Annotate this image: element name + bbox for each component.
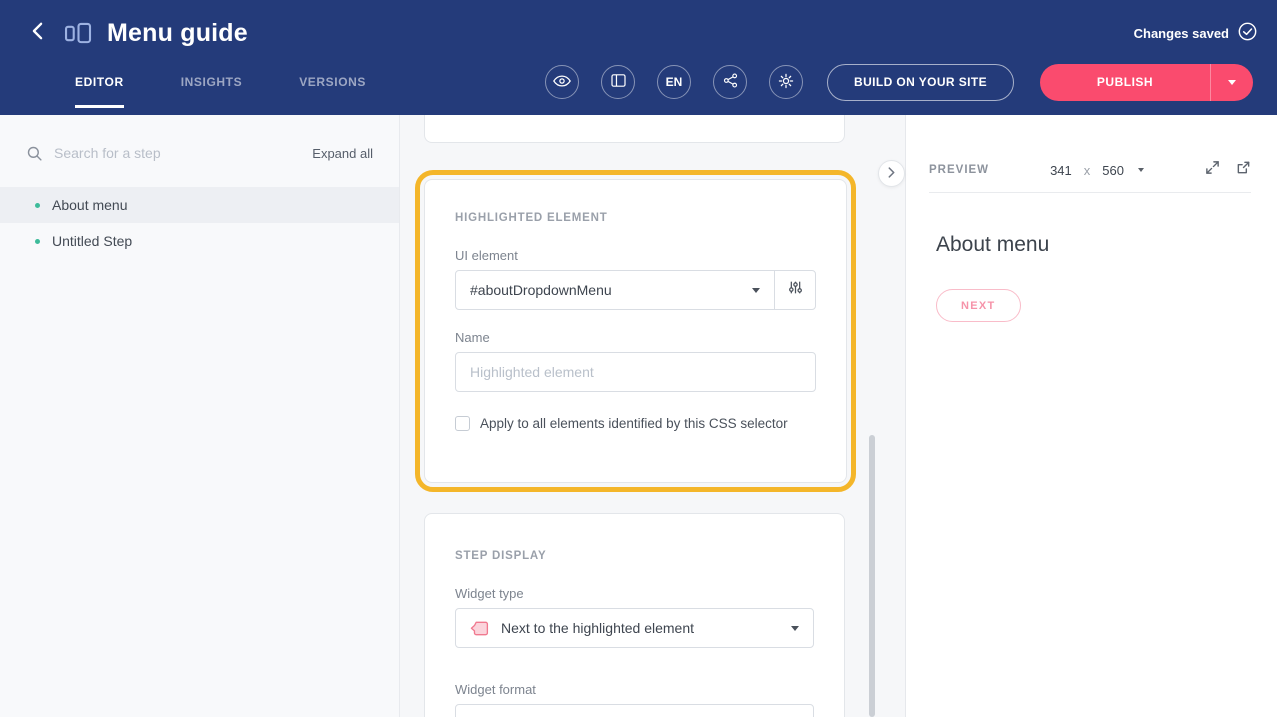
- tooltip-widget-icon: [470, 619, 489, 638]
- previous-settings-card-partial: [424, 115, 845, 143]
- apply-all-row: Apply to all elements identified by this…: [455, 416, 816, 431]
- section-title: STEP DISPLAY: [455, 550, 814, 562]
- publish-button[interactable]: PUBLISH: [1040, 64, 1210, 101]
- gear-icon: [778, 73, 794, 92]
- widget-format-select[interactable]: [455, 704, 814, 717]
- element-picker-settings-button[interactable]: [774, 270, 816, 310]
- check-circle-icon: [1238, 22, 1257, 44]
- step-item-label: Untitled Step: [52, 233, 132, 249]
- open-in-new-icon: [1236, 160, 1251, 180]
- expand-all-link[interactable]: Expand all: [312, 146, 373, 161]
- preview-step-title: About menu: [936, 233, 1247, 257]
- collapse-preview-button[interactable]: [878, 160, 905, 187]
- step-list-item-untitled-step[interactable]: Untitled Step: [0, 223, 399, 259]
- tab-versions[interactable]: VERSIONS: [299, 56, 366, 108]
- tab-insights[interactable]: INSIGHTS: [181, 56, 242, 108]
- widget-type-select[interactable]: Next to the highlighted element: [455, 608, 814, 648]
- ui-element-label: UI element: [455, 248, 816, 263]
- apply-all-checkbox[interactable]: [455, 416, 470, 431]
- widget-format-label: Widget format: [455, 682, 814, 697]
- top-bar-title-row: Menu guide Changes saved: [0, 0, 1277, 56]
- preview-next-button[interactable]: NEXT: [936, 289, 1021, 322]
- apply-all-label: Apply to all elements identified by this…: [480, 416, 788, 431]
- steps-sidebar: Expand all About menu Untitled Step: [0, 115, 400, 717]
- step-bullet-icon: [35, 239, 40, 244]
- preview-actions: [1205, 160, 1251, 180]
- chevron-right-icon: [888, 165, 895, 183]
- widget-type-label: Widget type: [455, 586, 814, 601]
- toolbar-icon-group: EN: [545, 65, 803, 99]
- share-button[interactable]: [713, 65, 747, 99]
- guide-logo-icon: [64, 22, 93, 45]
- highlighted-element-card: HIGHLIGHTED ELEMENT UI element #aboutDro…: [424, 179, 847, 483]
- language-button[interactable]: EN: [657, 65, 691, 99]
- ui-element-select[interactable]: #aboutDropdownMenu: [455, 270, 775, 310]
- expand-icon: [1205, 160, 1220, 180]
- step-search-input[interactable]: [54, 145, 312, 161]
- changes-saved-label: Changes saved: [1134, 26, 1229, 41]
- step-item-label: About menu: [52, 197, 128, 213]
- step-bullet-icon: [35, 203, 40, 208]
- preview-header: PREVIEW 341 x 560: [929, 148, 1251, 193]
- preview-width-value: 341: [1050, 163, 1072, 178]
- step-list-item-about-menu[interactable]: About menu: [0, 187, 399, 223]
- tab-editor[interactable]: EDITOR: [75, 56, 124, 108]
- layout-panel-icon: [611, 74, 626, 90]
- app: Menu guide Changes saved EDITOR INSIGHTS…: [0, 0, 1277, 717]
- publish-dropdown-button[interactable]: [1210, 64, 1253, 101]
- preview-title: PREVIEW: [929, 164, 989, 176]
- eye-icon: [553, 75, 571, 90]
- preview-fullscreen-button[interactable]: [1205, 160, 1220, 180]
- preview-eye-button[interactable]: [545, 65, 579, 99]
- editor-tabs: EDITOR INSIGHTS VERSIONS: [75, 56, 366, 108]
- section-title: HIGHLIGHTED ELEMENT: [455, 212, 816, 224]
- preview-size-separator: x: [1084, 163, 1091, 178]
- step-search-row: Expand all: [0, 115, 399, 187]
- chevron-down-icon: [752, 288, 760, 293]
- highlighted-element-card-selection-ring: HIGHLIGHTED ELEMENT UI element #aboutDro…: [415, 170, 856, 492]
- top-bar-toolbar-row: EDITOR INSIGHTS VERSIONS EN: [0, 56, 1277, 108]
- changes-saved-status: Changes saved: [1134, 22, 1257, 44]
- chevron-down-icon: [1138, 168, 1144, 172]
- chevron-down-icon: [791, 626, 799, 631]
- name-label: Name: [455, 330, 816, 345]
- widget-type-selected-value: Next to the highlighted element: [501, 620, 779, 636]
- editor-scrollbar[interactable]: [869, 435, 875, 717]
- step-settings-panel: HIGHLIGHTED ELEMENT UI element #aboutDro…: [400, 115, 905, 717]
- sliders-icon: [788, 280, 803, 300]
- body: Expand all About menu Untitled Step HIGH…: [0, 115, 1277, 717]
- chevron-left-icon: [32, 22, 43, 45]
- top-bar: Menu guide Changes saved EDITOR INSIGHTS…: [0, 0, 1277, 115]
- preview-canvas: About menu NEXT: [906, 193, 1277, 322]
- ui-element-selected-value: #aboutDropdownMenu: [470, 282, 740, 298]
- search-icon: [27, 146, 42, 161]
- back-button[interactable]: [24, 20, 50, 46]
- publish-split-button: PUBLISH: [1040, 64, 1253, 101]
- preview-panel: PREVIEW 341 x 560: [905, 115, 1277, 717]
- open-in-new-tab-button[interactable]: [1236, 160, 1251, 180]
- chevron-down-icon: [1228, 80, 1236, 85]
- share-icon: [723, 73, 738, 91]
- preview-height-value: 560: [1102, 163, 1124, 178]
- highlighted-element-name-input[interactable]: [455, 352, 816, 392]
- step-display-card: STEP DISPLAY Widget type Next to the hig…: [424, 513, 845, 717]
- preview-size-select[interactable]: 341 x 560: [1050, 163, 1144, 178]
- layout-button[interactable]: [601, 65, 635, 99]
- settings-button[interactable]: [769, 65, 803, 99]
- build-on-your-site-button[interactable]: BUILD ON YOUR SITE: [827, 64, 1014, 101]
- page-title: Menu guide: [107, 19, 248, 48]
